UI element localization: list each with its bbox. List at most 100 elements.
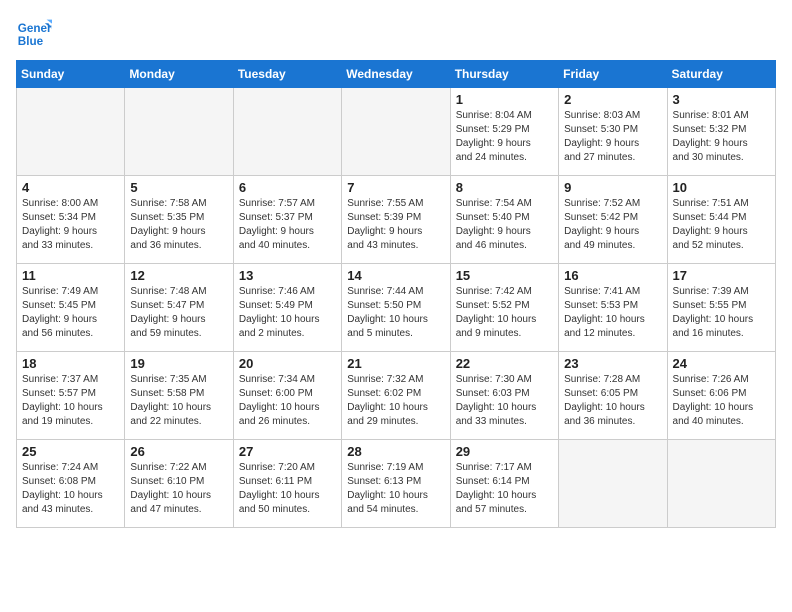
cell-info-line: and 56 minutes. bbox=[22, 327, 119, 341]
day-number: 22 bbox=[456, 356, 553, 371]
cell-info-line: and 9 minutes. bbox=[456, 327, 553, 341]
cell-info-line: Sunrise: 7:24 AM bbox=[22, 461, 119, 475]
cell-info-line: Sunset: 5:45 PM bbox=[22, 299, 119, 313]
day-number: 24 bbox=[673, 356, 770, 371]
calendar-cell: 13Sunrise: 7:46 AMSunset: 5:49 PMDayligh… bbox=[233, 264, 341, 352]
cell-info-line: Daylight: 9 hours bbox=[564, 225, 661, 239]
cell-info-line: Sunset: 5:32 PM bbox=[673, 123, 770, 137]
calendar-body: 1Sunrise: 8:04 AMSunset: 5:29 PMDaylight… bbox=[17, 88, 776, 528]
day-number: 17 bbox=[673, 268, 770, 283]
cell-info-line: Daylight: 10 hours bbox=[347, 401, 444, 415]
cell-info-line: Daylight: 10 hours bbox=[564, 313, 661, 327]
cell-info-line: Daylight: 10 hours bbox=[347, 489, 444, 503]
day-number: 3 bbox=[673, 92, 770, 107]
weekday-header-cell: Sunday bbox=[17, 61, 125, 88]
cell-info-line: Daylight: 10 hours bbox=[22, 401, 119, 415]
cell-info-line: Sunrise: 7:49 AM bbox=[22, 285, 119, 299]
calendar-cell bbox=[559, 440, 667, 528]
cell-info-line: Sunset: 5:49 PM bbox=[239, 299, 336, 313]
calendar-cell: 18Sunrise: 7:37 AMSunset: 5:57 PMDayligh… bbox=[17, 352, 125, 440]
calendar-cell: 15Sunrise: 7:42 AMSunset: 5:52 PMDayligh… bbox=[450, 264, 558, 352]
logo: General Blue bbox=[16, 16, 52, 52]
cell-info-line: Sunrise: 7:34 AM bbox=[239, 373, 336, 387]
weekday-header-cell: Thursday bbox=[450, 61, 558, 88]
day-number: 28 bbox=[347, 444, 444, 459]
cell-info-line: Daylight: 9 hours bbox=[673, 137, 770, 151]
day-number: 4 bbox=[22, 180, 119, 195]
calendar-table: SundayMondayTuesdayWednesdayThursdayFrid… bbox=[16, 60, 776, 528]
calendar-cell: 26Sunrise: 7:22 AMSunset: 6:10 PMDayligh… bbox=[125, 440, 233, 528]
cell-info-line: Sunrise: 7:20 AM bbox=[239, 461, 336, 475]
cell-info-line: Sunset: 5:44 PM bbox=[673, 211, 770, 225]
cell-info-line: Sunset: 6:03 PM bbox=[456, 387, 553, 401]
cell-info-line: and 12 minutes. bbox=[564, 327, 661, 341]
cell-info-line: Sunrise: 7:26 AM bbox=[673, 373, 770, 387]
calendar-cell: 7Sunrise: 7:55 AMSunset: 5:39 PMDaylight… bbox=[342, 176, 450, 264]
cell-info-line: Sunrise: 7:51 AM bbox=[673, 197, 770, 211]
cell-info-line: Sunrise: 7:44 AM bbox=[347, 285, 444, 299]
cell-info-line: Sunset: 5:50 PM bbox=[347, 299, 444, 313]
cell-info-line: Sunset: 6:14 PM bbox=[456, 475, 553, 489]
cell-info-line: Sunset: 6:00 PM bbox=[239, 387, 336, 401]
calendar-cell: 23Sunrise: 7:28 AMSunset: 6:05 PMDayligh… bbox=[559, 352, 667, 440]
calendar-cell: 22 Sunrise: 7:30 AMSunset: 6:03 PMDayligh… bbox=[450, 352, 558, 440]
page-header: General Blue bbox=[16, 16, 776, 52]
cell-info-line: Daylight: 10 hours bbox=[456, 489, 553, 503]
calendar-cell: 3Sunrise: 8:01 AMSunset: 5:32 PMDaylight… bbox=[667, 88, 775, 176]
cell-info-line: Sunrise: 7:42 AM bbox=[456, 285, 553, 299]
day-number: 8 bbox=[456, 180, 553, 195]
calendar-cell: 24Sunrise: 7:26 AMSunset: 6:06 PMDayligh… bbox=[667, 352, 775, 440]
cell-info-line: Daylight: 9 hours bbox=[130, 313, 227, 327]
cell-info-line: Sunset: 5:35 PM bbox=[130, 211, 227, 225]
cell-info-line: Daylight: 10 hours bbox=[239, 489, 336, 503]
cell-info-line: Sunset: 5:29 PM bbox=[456, 123, 553, 137]
cell-info-line: and 24 minutes. bbox=[456, 151, 553, 165]
calendar-cell: 29Sunrise: 7:17 AMSunset: 6:14 PMDayligh… bbox=[450, 440, 558, 528]
calendar-cell: 27Sunrise: 7:20 AMSunset: 6:11 PMDayligh… bbox=[233, 440, 341, 528]
cell-info-line: Sunrise: 8:00 AM bbox=[22, 197, 119, 211]
cell-info-line: and 46 minutes. bbox=[456, 239, 553, 253]
cell-info-line: Sunrise: 7:30 AM bbox=[456, 373, 553, 387]
cell-info-line: Sunset: 5:30 PM bbox=[564, 123, 661, 137]
calendar-cell: 4Sunrise: 8:00 AMSunset: 5:34 PMDaylight… bbox=[17, 176, 125, 264]
cell-info-line: Sunrise: 7:52 AM bbox=[564, 197, 661, 211]
cell-info-line: Sunrise: 8:04 AM bbox=[456, 109, 553, 123]
calendar-cell: 17Sunrise: 7:39 AMSunset: 5:55 PMDayligh… bbox=[667, 264, 775, 352]
svg-text:Blue: Blue bbox=[18, 35, 44, 48]
calendar-cell: 11Sunrise: 7:49 AMSunset: 5:45 PMDayligh… bbox=[17, 264, 125, 352]
cell-info-line: Sunset: 5:53 PM bbox=[564, 299, 661, 313]
cell-info-line: Sunset: 6:05 PM bbox=[564, 387, 661, 401]
cell-info-line: Sunrise: 7:41 AM bbox=[564, 285, 661, 299]
cell-info-line: Sunset: 5:42 PM bbox=[564, 211, 661, 225]
cell-info-line: Daylight: 9 hours bbox=[22, 313, 119, 327]
calendar-cell: 5Sunrise: 7:58 AMSunset: 5:35 PMDaylight… bbox=[125, 176, 233, 264]
day-number: 19 bbox=[130, 356, 227, 371]
day-number: 26 bbox=[130, 444, 227, 459]
calendar-cell: 10Sunrise: 7:51 AMSunset: 5:44 PMDayligh… bbox=[667, 176, 775, 264]
cell-info-line: and 47 minutes. bbox=[130, 503, 227, 517]
cell-info-line: Sunset: 5:57 PM bbox=[22, 387, 119, 401]
cell-info-line: Sunset: 6:06 PM bbox=[673, 387, 770, 401]
cell-info-line: Sunrise: 7:35 AM bbox=[130, 373, 227, 387]
calendar-cell: 16Sunrise: 7:41 AMSunset: 5:53 PMDayligh… bbox=[559, 264, 667, 352]
cell-info-line: and 2 minutes. bbox=[239, 327, 336, 341]
calendar-cell: 21Sunrise: 7:32 AMSunset: 6:02 PMDayligh… bbox=[342, 352, 450, 440]
calendar-cell: 19Sunrise: 7:35 AMSunset: 5:58 PMDayligh… bbox=[125, 352, 233, 440]
cell-info-line: and 29 minutes. bbox=[347, 415, 444, 429]
calendar-cell bbox=[342, 88, 450, 176]
cell-info-line: Sunrise: 7:22 AM bbox=[130, 461, 227, 475]
cell-info-line: Daylight: 10 hours bbox=[456, 401, 553, 415]
cell-info-line: Daylight: 10 hours bbox=[239, 313, 336, 327]
cell-info-line: Daylight: 9 hours bbox=[130, 225, 227, 239]
cell-info-line: and 40 minutes. bbox=[239, 239, 336, 253]
day-number: 13 bbox=[239, 268, 336, 283]
day-number: 7 bbox=[347, 180, 444, 195]
calendar-week-row: 1Sunrise: 8:04 AMSunset: 5:29 PMDaylight… bbox=[17, 88, 776, 176]
cell-info-line: Sunset: 5:40 PM bbox=[456, 211, 553, 225]
cell-info-line: Sunset: 6:02 PM bbox=[347, 387, 444, 401]
weekday-header-cell: Friday bbox=[559, 61, 667, 88]
weekday-header-cell: Saturday bbox=[667, 61, 775, 88]
calendar-cell bbox=[17, 88, 125, 176]
calendar-cell: 8Sunrise: 7:54 AMSunset: 5:40 PMDaylight… bbox=[450, 176, 558, 264]
calendar-cell bbox=[667, 440, 775, 528]
